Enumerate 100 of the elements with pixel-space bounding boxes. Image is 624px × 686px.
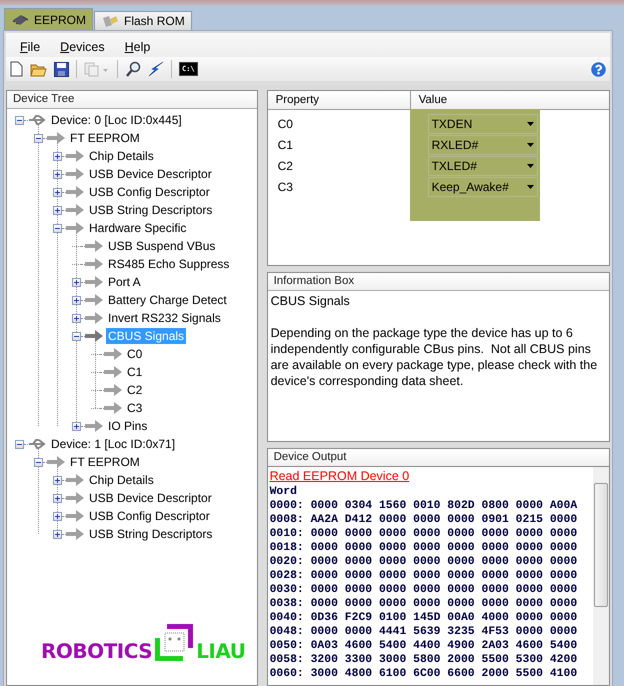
plus-icon bbox=[54, 152, 61, 160]
column-header: Value bbox=[410, 91, 609, 110]
caret-icon bbox=[526, 185, 534, 189]
expand-toggle[interactable] bbox=[72, 296, 81, 304]
tree-item[interactable]: C0 bbox=[125, 346, 144, 362]
property-name: C2 bbox=[276, 158, 294, 175]
scrollbar[interactable] bbox=[593, 467, 609, 685]
tree-item[interactable]: C3 bbox=[125, 400, 144, 416]
collapse-toggle[interactable] bbox=[34, 458, 43, 466]
tree-item[interactable]: FT EEPROM bbox=[68, 130, 142, 146]
tree-item[interactable]: C2 bbox=[125, 382, 144, 398]
arrow-icon bbox=[66, 204, 84, 216]
value-dropdown[interactable]: RXLED# bbox=[428, 135, 538, 155]
tree-item[interactable]: Chip Details bbox=[87, 148, 156, 164]
help-icon[interactable] bbox=[591, 62, 606, 76]
expand-toggle[interactable] bbox=[53, 188, 62, 196]
plus-icon bbox=[73, 314, 80, 322]
property-name: C0 bbox=[276, 116, 294, 133]
plus-icon bbox=[73, 278, 80, 286]
tree-item[interactable]: USB String Descriptors bbox=[87, 526, 214, 542]
tree-item[interactable]: Port A bbox=[106, 274, 143, 290]
menu-item[interactable]: File bbox=[20, 40, 40, 54]
folder-icon[interactable] bbox=[30, 62, 47, 76]
caret-icon bbox=[526, 122, 534, 126]
arrow-icon bbox=[47, 132, 65, 144]
tree-item[interactable]: USB Suspend VBus bbox=[106, 238, 218, 254]
value-dropdown[interactable]: TXDEN bbox=[428, 114, 538, 134]
arrow-icon bbox=[66, 474, 84, 486]
read-eeprom-link[interactable]: Read EEPROM Device 0 bbox=[270, 469, 410, 483]
tree-item[interactable]: Hardware Specific bbox=[87, 220, 188, 236]
menu-item[interactable]: Devices bbox=[60, 40, 105, 54]
logo-text: ROBOTICS bbox=[41, 639, 152, 663]
arrow-icon bbox=[85, 420, 103, 432]
expand-toggle[interactable] bbox=[53, 494, 62, 502]
arrow-icon bbox=[47, 456, 65, 468]
arrow-icon bbox=[66, 528, 84, 540]
expand-toggle[interactable] bbox=[72, 278, 81, 286]
hex-dump-line: 0048: 0000 0000 4441 5639 3235 4F53 0000 0000 bbox=[270, 625, 578, 639]
hex-dump-line: 0060: 3000 4800 6100 6C00 6600 2000 5500 4100 bbox=[270, 667, 578, 681]
property-name: C3 bbox=[276, 179, 294, 196]
output-caption: Word bbox=[270, 485, 298, 499]
tree-item[interactable]: Chip Details bbox=[87, 472, 156, 488]
expand-toggle[interactable] bbox=[72, 314, 81, 322]
arrow-icon bbox=[85, 258, 103, 270]
save-icon[interactable] bbox=[54, 62, 69, 76]
search-icon[interactable] bbox=[125, 61, 141, 77]
tab[interactable]: EEPROM bbox=[4, 8, 94, 30]
new-file-icon[interactable] bbox=[10, 61, 23, 77]
panel-title: Device Tree bbox=[7, 91, 257, 109]
expand-toggle[interactable] bbox=[53, 206, 62, 214]
arrow-icon bbox=[85, 330, 103, 342]
collapse-toggle[interactable] bbox=[72, 332, 81, 340]
hex-dump-line: 0000: 0000 0304 1560 0010 802D 0800 0000 A00A bbox=[270, 499, 578, 513]
value-dropdown[interactable]: Keep_Awake# bbox=[428, 177, 538, 197]
lightning-icon[interactable] bbox=[148, 61, 164, 77]
tree-item[interactable]: Invert RS232 Signals bbox=[106, 310, 223, 326]
caret-icon bbox=[526, 164, 534, 168]
expand-toggle[interactable] bbox=[53, 170, 62, 178]
tree-item[interactable]: USB String Descriptors bbox=[87, 202, 214, 218]
arrow-icon bbox=[104, 384, 122, 396]
tree-item[interactable]: IO Pins bbox=[106, 418, 150, 434]
tab[interactable]: Flash ROM bbox=[94, 11, 192, 30]
value-dropdown[interactable]: TXLED# bbox=[428, 156, 538, 176]
expand-toggle[interactable] bbox=[72, 422, 81, 430]
arrow-icon bbox=[85, 240, 103, 252]
hex-dump-line: 0018: 0000 0000 0000 0000 0000 0000 0000 0000 bbox=[270, 541, 578, 555]
tree-item[interactable]: Device: 0 [Loc ID:0x445] bbox=[49, 112, 184, 128]
plus-icon bbox=[54, 188, 61, 196]
hex-dump-line: 0038: 0000 0000 0000 0000 0000 0000 0000 0000 bbox=[270, 597, 578, 611]
hex-dump-line: 0058: 3200 3300 3000 5800 2000 5500 5300 4200 bbox=[270, 653, 578, 667]
expand-toggle[interactable] bbox=[53, 152, 62, 160]
hex-dump-line: 0020: 0000 0000 0000 0000 0000 0000 0000 0000 bbox=[270, 555, 578, 569]
expand-toggle[interactable] bbox=[53, 476, 62, 484]
caret-icon bbox=[526, 143, 534, 147]
collapse-toggle[interactable] bbox=[53, 224, 62, 232]
tree-item[interactable]: USB Config Descriptor bbox=[87, 184, 212, 200]
plus-icon bbox=[54, 476, 61, 484]
tree-item[interactable]: Battery Charge Detect bbox=[106, 292, 229, 308]
plus-icon bbox=[54, 530, 61, 538]
menu-item[interactable]: Help bbox=[124, 40, 150, 54]
tree-item[interactable]: USB Config Descriptor bbox=[87, 508, 212, 524]
arrow-icon bbox=[104, 366, 122, 378]
tree-item[interactable]: RS485 Echo Suppress bbox=[106, 256, 232, 272]
tree-item[interactable]: USB Device Descriptor bbox=[87, 166, 214, 182]
hex-dump-line: 0040: 0D36 F2C9 0100 145D 00A0 4000 0000 0000 bbox=[270, 611, 578, 625]
collapse-toggle[interactable] bbox=[15, 440, 24, 448]
arrow-icon bbox=[66, 168, 84, 180]
collapse-toggle[interactable] bbox=[34, 134, 43, 142]
expand-toggle[interactable] bbox=[53, 512, 62, 520]
tree-item[interactable]: C1 bbox=[125, 364, 144, 380]
arrow-icon bbox=[85, 294, 103, 306]
plus-icon bbox=[54, 512, 61, 520]
arrow-icon bbox=[104, 348, 122, 360]
tree-item[interactable]: USB Device Descriptor bbox=[87, 490, 214, 506]
panel-title: Device Output bbox=[268, 449, 609, 466]
collapse-toggle[interactable] bbox=[15, 116, 24, 124]
tree-item[interactable]: FT EEPROM bbox=[68, 454, 142, 470]
expand-toggle[interactable] bbox=[53, 530, 62, 538]
arrow-icon bbox=[85, 312, 103, 324]
tree-item[interactable]: Device: 1 [Loc ID:0x71] bbox=[49, 436, 178, 452]
